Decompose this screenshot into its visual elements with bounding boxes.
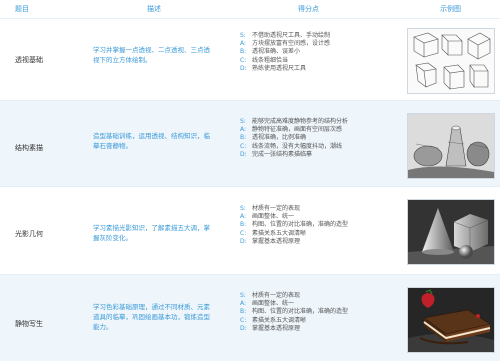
row-title: 结构素描 [15,144,43,152]
score-points: S: 材质有一定的表现 A: 画面整体、统一 B: 构图、位置的对比准确，准确的造型 … [240,205,400,246]
score-point: D: 熟练使用透视尺工具 [240,64,307,72]
example-image-perspective-cubes [407,28,495,94]
row-title: 静物写生 [15,320,43,328]
row-desc: 造型基础训练，运用透视、结构知识，临摹石膏静物。 [93,132,210,150]
header-desc: 描述 [147,5,161,13]
score-point: B: 透视准确、误差小 [240,48,301,56]
row-desc: 学习色彩基础原理，通过不同材质、元素道具的临摹，巩固绘画基本功，锻炼造型能力。 [93,303,210,331]
table-row: 透视基础 学习并掌握一点透视、二点透视、三点透视下的立方体绘制。 S: 不借助透视… [0,18,500,101]
score-point: S: 能够完成高难度静物参考的结构分析 [240,118,349,125]
table-header: 题目 描述 得分点 示例图 [0,0,500,18]
score-point: D: 完成一张结构素描临摹 [240,150,313,158]
curriculum-table: 题目 描述 得分点 示例图 透视基础 学习并掌握一点透视、二点透视、三点透视下的… [0,0,500,361]
table-row: 光影几何 学习素描光影知识，了解素描五大调，掌握灰阶变化。 S: 材质有一定的表现… [0,186,500,275]
example-image-still-life-cake [407,287,495,353]
row-desc: 学习素描光影知识，了解素描五大调，掌握灰阶变化。 [93,224,210,242]
score-point: C: 素描关系五大调清晰 [240,229,307,237]
score-point: S: 不借助透视尺工具、手动绘制 [240,32,331,39]
score-point: S: 材质有一定的表现 [240,292,301,299]
header-example: 示例图 [440,5,461,13]
score-point: B: 构图、位置的对比准确，准确的造型 [240,308,349,316]
score-point: C: 线条流畅，没有大幅度抖动，潮线 [240,142,343,150]
score-points: S: 能够完成高难度静物参考的结构分析 A: 静物特征准确，画面有空间层次感 B: 透… [240,118,400,159]
row-title: 光影几何 [15,230,43,238]
score-point: C: 线条粗细恰当 [240,56,289,64]
header-topic: 题目 [15,5,29,13]
example-image-light-geometry [407,199,495,265]
score-point: C: 素描关系五大调清晰 [240,316,307,324]
row-title: 透视基础 [15,56,43,64]
score-point: S: 材质有一定的表现 [240,205,301,212]
score-points: S: 不借助透视尺工具、手动绘制 A: 方块摆放富有空间感，设计感 B: 透视准确、误… [240,32,400,73]
table-row: 结构素描 造型基础训练，运用透视、结构知识，临摹石膏静物。 S: 能够完成高难度静… [0,100,500,187]
score-point: D: 掌握基本透视原理 [240,237,301,245]
score-point: B: 透视准确，比例准确 [240,134,307,142]
header-points: 得分点 [298,5,319,13]
row-desc: 学习并掌握一点透视、二点透视、三点透视下的立方体绘制。 [93,46,210,64]
score-points: S: 材质有一定的表现 A: 画面整体、统一 B: 构图、位置的对比准确，准确的造型 … [240,292,400,333]
score-point: B: 构图、位置的对比准确，准确的造型 [240,221,349,229]
table-row: 静物写生 学习色彩基础原理，通过不同材质、元素道具的临摹，巩固绘画基本功，锻炼造… [0,274,500,361]
score-point: D: 掌握基本透视原理 [240,324,301,332]
example-image-structure-sketch [407,113,495,179]
